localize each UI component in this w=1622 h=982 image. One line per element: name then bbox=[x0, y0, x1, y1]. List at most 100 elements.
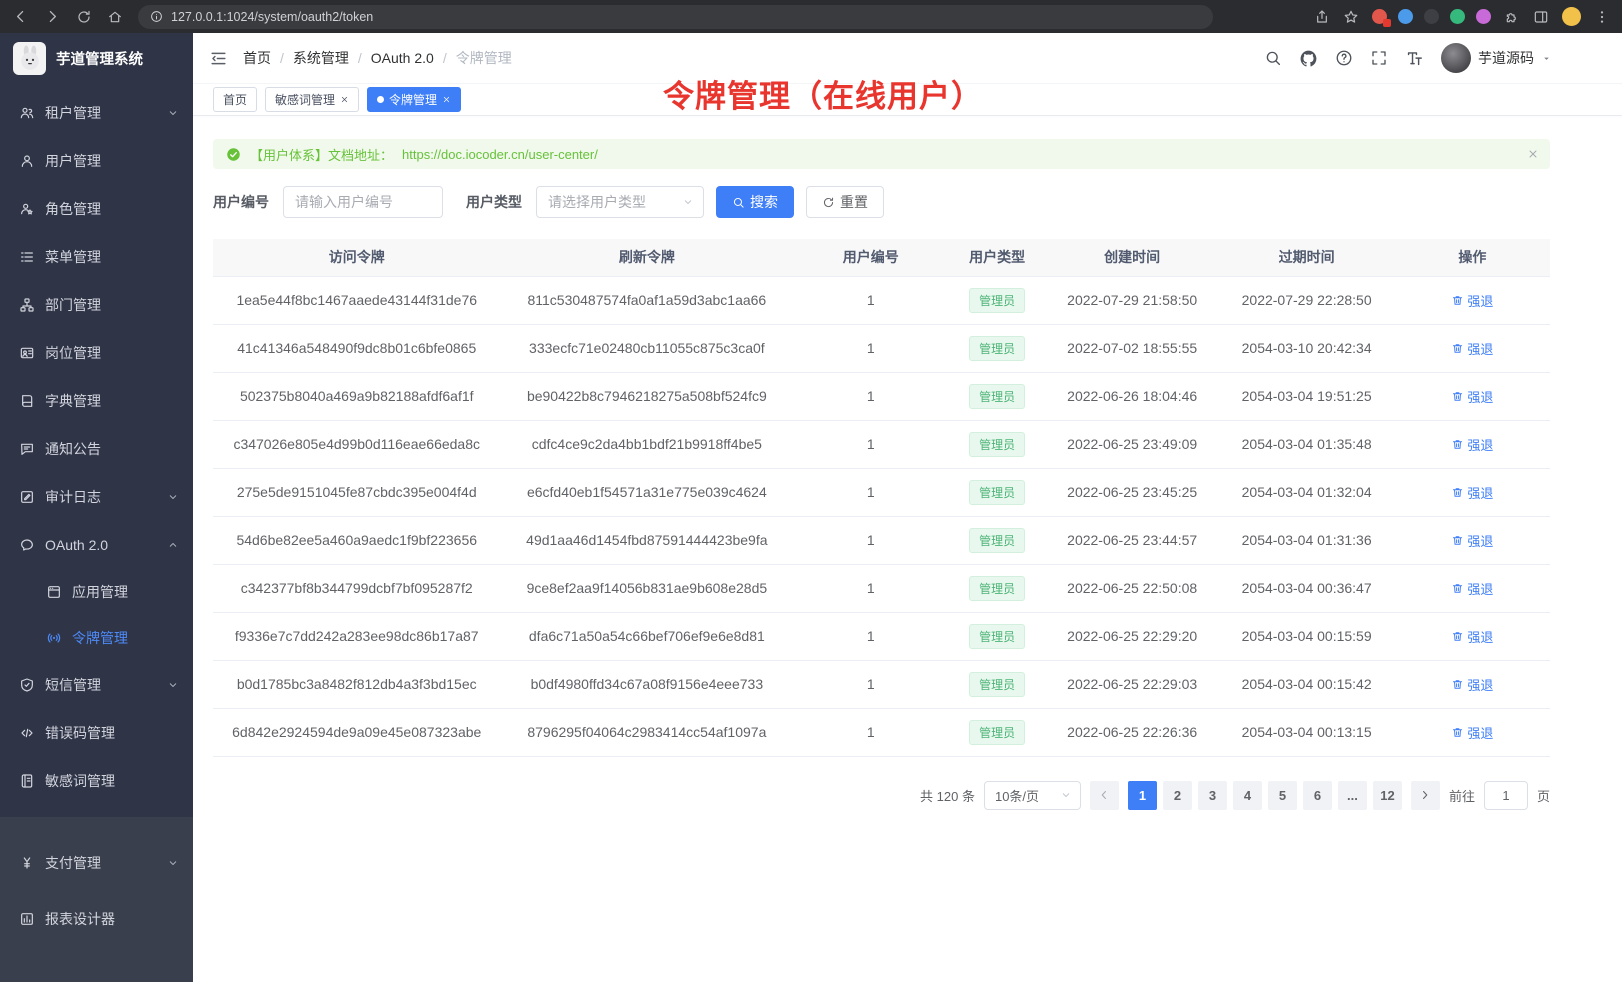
sidebar-item[interactable]: 错误码管理 bbox=[0, 709, 193, 757]
force-logout-button[interactable]: 强退 bbox=[1451, 435, 1493, 454]
user-id-cell: 1 bbox=[793, 564, 948, 612]
sidebar-item[interactable]: 短信管理 bbox=[0, 661, 193, 709]
sidebar-item-label: 部门管理 bbox=[45, 295, 179, 315]
page-button[interactable]: 1 bbox=[1128, 781, 1157, 810]
sidebar-item[interactable]: 租户管理 bbox=[0, 89, 193, 137]
force-logout-button[interactable]: 强退 bbox=[1451, 675, 1493, 694]
search-icon[interactable] bbox=[1264, 49, 1282, 67]
github-icon[interactable] bbox=[1299, 49, 1318, 68]
side-panel-icon[interactable] bbox=[1533, 9, 1549, 25]
site-info-icon[interactable] bbox=[150, 10, 163, 23]
sidebar-item[interactable]: 审计日志 bbox=[0, 473, 193, 521]
table-row: 41c41346a548490f9dc8b01c6bfe0865333ecfc7… bbox=[213, 324, 1550, 372]
logo-rabbit-icon bbox=[13, 42, 46, 75]
tab-close-icon[interactable] bbox=[340, 95, 349, 104]
force-logout-button[interactable]: 强退 bbox=[1451, 723, 1493, 742]
sidebar-item[interactable]: 通知公告 bbox=[0, 425, 193, 473]
table-row: c347026e805e4d99b0d116eae66eda8ccdfc4ce9… bbox=[213, 420, 1550, 468]
page-button[interactable]: 3 bbox=[1198, 781, 1227, 810]
sidebar-item[interactable]: 用户管理 bbox=[0, 137, 193, 185]
extension-badge bbox=[1383, 19, 1391, 27]
created-time-cell: 2022-06-25 22:29:20 bbox=[1046, 612, 1218, 660]
page-button[interactable]: 5 bbox=[1268, 781, 1297, 810]
browser-menu-icon[interactable] bbox=[1594, 9, 1610, 25]
sidebar-item[interactable]: 应用管理 bbox=[0, 569, 193, 615]
browser-reload-icon[interactable] bbox=[76, 9, 92, 25]
breadcrumb-item[interactable]: 系统管理 bbox=[293, 48, 349, 68]
sidebar-item-label: 敏感词管理 bbox=[45, 771, 179, 791]
sidebar-item-label: 字典管理 bbox=[45, 391, 179, 411]
tab-item[interactable]: 首页 bbox=[213, 87, 257, 112]
force-logout-button[interactable]: 强退 bbox=[1451, 387, 1493, 406]
user-type-label: 用户类型 bbox=[466, 192, 522, 212]
next-page-button[interactable] bbox=[1411, 781, 1440, 810]
browser-forward-icon[interactable] bbox=[44, 8, 61, 25]
cell-text: c342377bf8b344799dcbf7bf095287f2 bbox=[241, 580, 473, 596]
force-logout-button[interactable]: 强退 bbox=[1451, 627, 1493, 646]
tab-item[interactable]: 令牌管理 bbox=[367, 87, 461, 112]
collapse-menu-icon[interactable] bbox=[209, 49, 228, 68]
force-logout-button[interactable]: 强退 bbox=[1451, 483, 1493, 502]
page-button[interactable]: 6 bbox=[1303, 781, 1332, 810]
tab-item[interactable]: 敏感词管理 bbox=[265, 87, 359, 112]
extension-icon[interactable] bbox=[1372, 9, 1387, 24]
font-size-icon[interactable] bbox=[1405, 49, 1424, 68]
force-logout-button[interactable]: 强退 bbox=[1451, 291, 1493, 310]
browser-home-icon[interactable] bbox=[107, 9, 123, 25]
page-button[interactable]: 2 bbox=[1163, 781, 1192, 810]
user-type-badge: 管理员 bbox=[969, 624, 1025, 649]
sidebar-submenu: 应用管理令牌管理 bbox=[0, 569, 193, 661]
sidebar-item[interactable]: 敏感词管理 bbox=[0, 757, 193, 805]
browser-toolbar-icons bbox=[1314, 7, 1610, 26]
browser-back-icon[interactable] bbox=[12, 8, 29, 25]
extension-icon[interactable] bbox=[1424, 9, 1439, 24]
extension-icon[interactable] bbox=[1398, 9, 1413, 24]
help-icon[interactable] bbox=[1335, 49, 1353, 67]
extension-icon[interactable] bbox=[1450, 9, 1465, 24]
search-button[interactable]: 搜索 bbox=[716, 186, 794, 218]
cell-text: 1 bbox=[867, 484, 875, 500]
page-size-select[interactable]: 10条/页 bbox=[984, 781, 1081, 810]
share-icon[interactable] bbox=[1314, 9, 1330, 25]
sidebar-item[interactable]: 字典管理 bbox=[0, 377, 193, 425]
extension-icon[interactable] bbox=[1476, 9, 1491, 24]
cell-text: 2054-03-04 00:15:59 bbox=[1242, 628, 1372, 644]
user-menu[interactable]: 芋道源码 bbox=[1441, 43, 1552, 73]
sidebar-item[interactable]: 角色管理 bbox=[0, 185, 193, 233]
chevron-down-icon bbox=[167, 539, 179, 551]
alert-close-icon[interactable] bbox=[1527, 148, 1539, 160]
breadcrumb-item[interactable]: OAuth 2.0 bbox=[371, 50, 434, 66]
goto-page-input[interactable] bbox=[1484, 781, 1528, 810]
sidebar-item[interactable]: 部门管理 bbox=[0, 281, 193, 329]
fullscreen-icon[interactable] bbox=[1370, 49, 1388, 67]
tab-close-icon[interactable] bbox=[442, 95, 451, 104]
force-logout-button[interactable]: 强退 bbox=[1451, 339, 1493, 358]
force-logout-button[interactable]: 强退 bbox=[1451, 531, 1493, 550]
address-bar[interactable]: 127.0.0.1:1024/system/oauth2/token bbox=[138, 5, 1213, 29]
user-id-input[interactable] bbox=[283, 186, 443, 218]
sidebar-item[interactable]: OAuth 2.0 bbox=[0, 521, 193, 569]
browser-profile-avatar[interactable] bbox=[1562, 7, 1581, 26]
page-button[interactable]: 12 bbox=[1373, 781, 1402, 810]
column-header: 过期时间 bbox=[1218, 239, 1394, 276]
sidebar-item[interactable]: 岗位管理 bbox=[0, 329, 193, 377]
sidebar-item[interactable]: 报表设计器 bbox=[0, 891, 193, 947]
sidebar-item[interactable]: 支付管理 bbox=[0, 835, 193, 891]
force-logout-button[interactable]: 强退 bbox=[1451, 579, 1493, 598]
user-id-cell: 1 bbox=[793, 324, 948, 372]
force-logout-label: 强退 bbox=[1467, 483, 1493, 502]
sidebar-item[interactable]: 令牌管理 bbox=[0, 615, 193, 661]
extensions-puzzle-icon[interactable] bbox=[1504, 9, 1520, 25]
reset-button[interactable]: 重置 bbox=[806, 186, 884, 218]
page-ellipsis[interactable]: ... bbox=[1338, 781, 1367, 810]
page-button[interactable]: 4 bbox=[1233, 781, 1262, 810]
alert-link[interactable]: https://doc.iocoder.cn/user-center/ bbox=[402, 147, 598, 162]
user-type-select[interactable]: 请选择用户类型 bbox=[536, 186, 704, 218]
sidebar-item[interactable]: 菜单管理 bbox=[0, 233, 193, 281]
prev-page-button[interactable] bbox=[1090, 781, 1119, 810]
bookmark-star-icon[interactable] bbox=[1343, 9, 1359, 25]
sidebar-menu: 租户管理用户管理角色管理菜单管理部门管理岗位管理字典管理通知公告审计日志OAut… bbox=[0, 83, 193, 805]
app-logo[interactable]: 芋道管理系统 bbox=[0, 33, 193, 83]
breadcrumb-item[interactable]: 首页 bbox=[243, 48, 271, 68]
access-token-cell: b0d1785bc3a8482f812db4a3f3bd15ec bbox=[213, 660, 500, 708]
